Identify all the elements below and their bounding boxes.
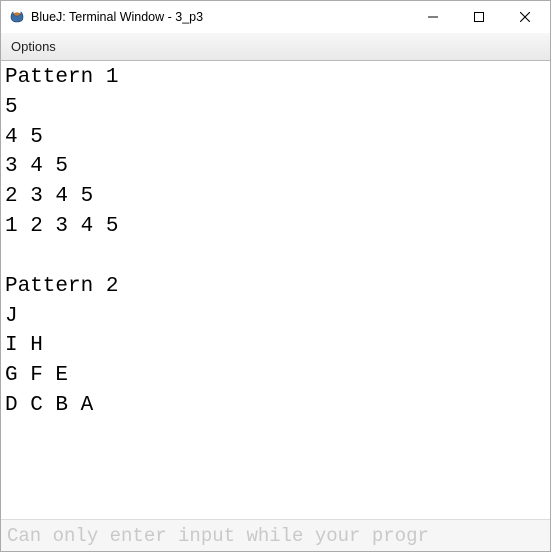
terminal-output: Pattern 1 5 4 5 3 4 5 2 3 4 5 1 2 3 4 5 … (1, 61, 550, 519)
terminal-input[interactable]: Can only enter input while your progr (1, 519, 550, 551)
close-button[interactable] (502, 1, 548, 33)
menu-options[interactable]: Options (11, 39, 56, 54)
minimize-button[interactable] (410, 1, 456, 33)
window-title: BlueJ: Terminal Window - 3_p3 (31, 10, 410, 24)
titlebar: BlueJ: Terminal Window - 3_p3 (1, 1, 550, 33)
menubar: Options (1, 33, 550, 61)
terminal-window: BlueJ: Terminal Window - 3_p3 Options Pa… (0, 0, 551, 552)
maximize-button[interactable] (456, 1, 502, 33)
app-icon (9, 9, 25, 25)
window-controls (410, 1, 548, 33)
